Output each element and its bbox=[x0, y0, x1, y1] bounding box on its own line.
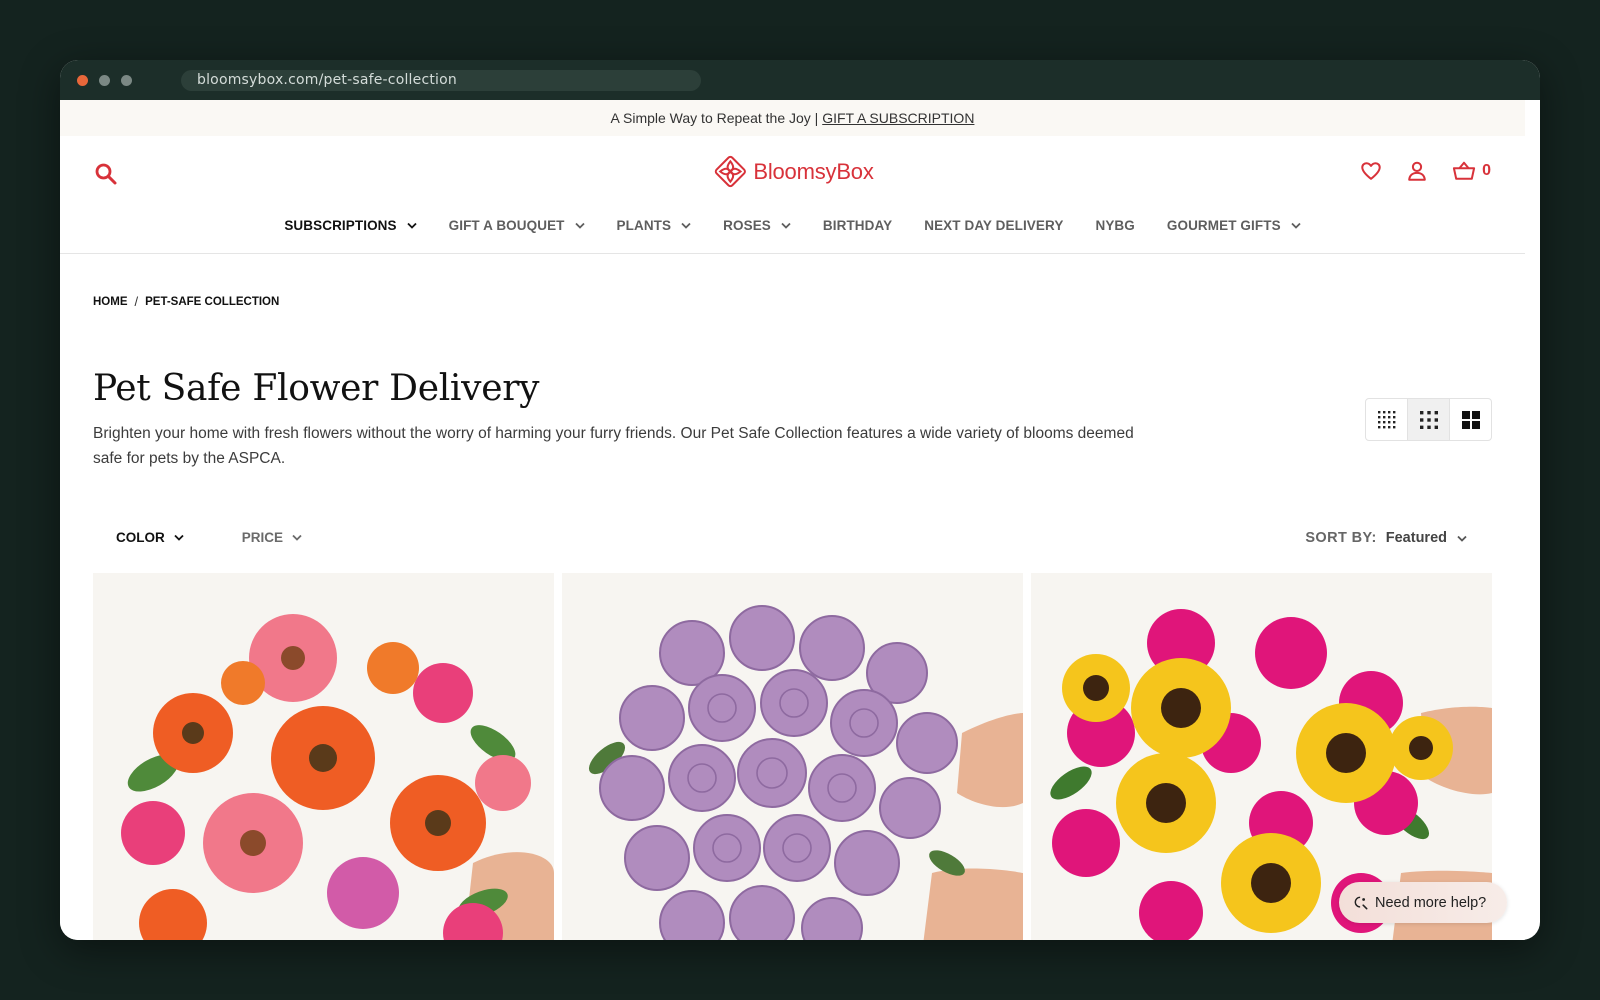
announcement-bar: A Simple Way to Repeat the Joy | GIFT A … bbox=[60, 100, 1525, 136]
site-header: BloomsyBox 0 bbox=[60, 136, 1525, 210]
need-help-label: Need more help? bbox=[1375, 894, 1487, 911]
grid-medium-icon bbox=[1419, 410, 1438, 429]
sort-value: Featured bbox=[1385, 530, 1447, 546]
nav-label: ROSES bbox=[723, 218, 771, 233]
nav-plants[interactable]: PLANTS bbox=[617, 218, 692, 233]
breadcrumb-current: PET-SAFE COLLECTION bbox=[145, 295, 280, 308]
chevron-down-icon bbox=[574, 222, 585, 229]
breadcrumb-home[interactable]: HOME bbox=[93, 296, 128, 308]
nav-birthday[interactable]: BIRTHDAY bbox=[823, 218, 892, 233]
search-icon bbox=[95, 163, 117, 185]
chevron-down-icon bbox=[681, 222, 691, 229]
nav-gift-a-bouquet[interactable]: GIFT A BOUQUET bbox=[449, 218, 585, 233]
product-card[interactable] bbox=[562, 573, 1023, 940]
maximize-window-button[interactable] bbox=[121, 74, 132, 86]
search-button[interactable] bbox=[94, 162, 118, 186]
gift-subscription-link[interactable]: GIFT A SUBSCRIPTION bbox=[822, 110, 974, 126]
wishlist-button[interactable] bbox=[1360, 160, 1382, 182]
product-image-gerbera-bouquet bbox=[93, 573, 554, 940]
nav-roses[interactable]: ROSES bbox=[723, 218, 791, 233]
account-button[interactable] bbox=[1406, 160, 1428, 182]
nav-label: PLANTS bbox=[616, 218, 672, 233]
need-help-chat-button[interactable]: Need more help? bbox=[1339, 882, 1507, 923]
color-filter-dropdown[interactable]: COLOR bbox=[116, 530, 184, 545]
nav-label: NEXT DAY DELIVERY bbox=[924, 218, 1064, 233]
cart-count: 0 bbox=[1482, 162, 1491, 179]
cart-button[interactable]: 0 bbox=[1452, 160, 1491, 182]
breadcrumb-separator: / bbox=[134, 294, 139, 309]
user-icon bbox=[1408, 161, 1426, 181]
grid-large-icon bbox=[1461, 410, 1480, 429]
chevron-down-icon bbox=[1457, 535, 1467, 542]
nav-next-day-delivery[interactable]: NEXT DAY DELIVERY bbox=[924, 218, 1063, 233]
logo-text: BloomsyBox bbox=[753, 158, 874, 184]
header-actions: 0 bbox=[1336, 160, 1491, 182]
address-bar[interactable]: bloomsybox.com/pet-safe-collection bbox=[181, 69, 701, 91]
page-title: Pet Safe Flower Delivery bbox=[93, 368, 540, 409]
chevron-down-icon bbox=[406, 222, 417, 229]
sort-dropdown[interactable]: SORT BY: Featured bbox=[1305, 530, 1467, 546]
page-description: Brighten your home with fresh flowers wi… bbox=[93, 425, 1134, 467]
nav-label: SUBSCRIPTIONS bbox=[284, 218, 397, 233]
product-image-lavender-roses bbox=[562, 573, 1023, 940]
grid-3-column-button[interactable] bbox=[1408, 399, 1450, 440]
chevron-down-icon bbox=[174, 534, 184, 541]
basket-icon bbox=[1453, 161, 1476, 180]
page-viewport: A Simple Way to Repeat the Joy | GIFT A … bbox=[60, 100, 1525, 940]
nav-gourmet-gifts[interactable]: GOURMET GIFTS bbox=[1167, 218, 1301, 233]
price-filter-dropdown[interactable]: PRICE bbox=[242, 530, 302, 545]
grid-2-column-button[interactable] bbox=[1450, 399, 1491, 440]
color-filter-label: COLOR bbox=[116, 530, 165, 545]
grid-dense-icon bbox=[1377, 410, 1395, 428]
nav-label: NYBG bbox=[1095, 218, 1135, 233]
main-nav: SUBSCRIPTIONS GIFT A BOUQUET PLANTS ROSE… bbox=[60, 210, 1525, 254]
browser-window: bloomsybox.com/pet-safe-collection A Sim… bbox=[60, 60, 1540, 940]
breadcrumb: HOME / PET-SAFE COLLECTION bbox=[93, 294, 279, 309]
browser-titlebar: bloomsybox.com/pet-safe-collection bbox=[60, 60, 1540, 100]
chevron-down-icon bbox=[292, 534, 302, 541]
logo-flower-icon bbox=[714, 155, 746, 188]
nav-label: BIRTHDAY bbox=[822, 218, 893, 233]
chevron-down-icon bbox=[781, 222, 791, 229]
nav-label: GOURMET GIFTS bbox=[1166, 218, 1281, 233]
product-card[interactable] bbox=[93, 573, 554, 940]
site-logo[interactable]: BloomsyBox bbox=[711, 153, 874, 190]
sort-label: SORT BY: bbox=[1305, 530, 1377, 546]
nav-label: GIFT A BOUQUET bbox=[448, 218, 565, 233]
heart-icon bbox=[1361, 162, 1381, 180]
chevron-down-icon bbox=[1291, 222, 1301, 229]
product-grid bbox=[93, 573, 1492, 940]
close-window-button[interactable] bbox=[77, 74, 88, 86]
announcement-text: A Simple Way to Repeat the Joy | bbox=[610, 110, 823, 126]
filter-bar: COLOR PRICE bbox=[116, 530, 360, 545]
nav-nybg[interactable]: NYBG bbox=[1095, 218, 1134, 233]
nav-subscriptions[interactable]: SUBSCRIPTIONS bbox=[284, 218, 417, 233]
grid-4-column-button[interactable] bbox=[1366, 399, 1408, 440]
search-chat-icon bbox=[1354, 896, 1368, 909]
minimize-window-button[interactable] bbox=[99, 74, 110, 86]
grid-view-toggle bbox=[1365, 398, 1492, 441]
price-filter-label: PRICE bbox=[241, 530, 284, 545]
